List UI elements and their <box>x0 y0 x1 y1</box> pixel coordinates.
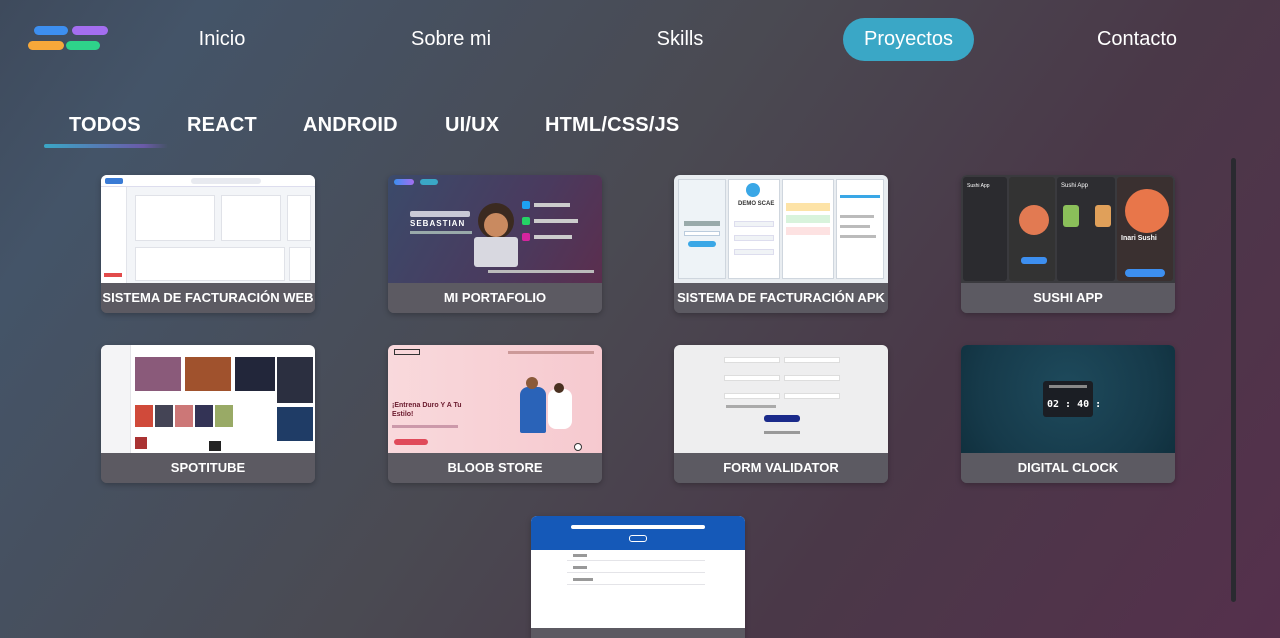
project-card-spotitube[interactable]: SPOTITUBE <box>101 345 315 483</box>
filter-tab-uiux[interactable]: UI/UX <box>445 114 499 137</box>
project-card-facturacion-apk[interactable]: DEMO SCAE SISTEMA DE FACTURACIÓN APK <box>674 175 888 313</box>
nav-link-inicio[interactable]: Inicio <box>186 18 258 61</box>
nav-link-sobre-mi[interactable]: Sobre mi <box>398 18 504 61</box>
filter-tab-react[interactable]: REACT <box>187 114 257 137</box>
project-title: SISTEMA DE FACTURACIÓN WEB <box>101 283 315 313</box>
project-title <box>531 628 745 638</box>
filter-tab-html-css-js[interactable]: HTML/CSS/JS <box>545 114 679 137</box>
project-title: DIGITAL CLOCK <box>961 453 1175 483</box>
filter-tab-android[interactable]: ANDROID <box>303 114 398 137</box>
project-card-partial[interactable] <box>531 516 745 638</box>
project-thumbnail: ¡Entrena Duro Y A Tu Estilo! <box>388 345 602 453</box>
project-thumbnail: 02 : 40 : <box>961 345 1175 453</box>
project-title: SUSHI APP <box>961 283 1175 313</box>
top-navbar: Inicio Sobre mi Skills Proyectos Contact… <box>0 0 1280 80</box>
project-title: SPOTITUBE <box>101 453 315 483</box>
project-thumbnail: DEMO SCAE <box>674 175 888 283</box>
scrollbar[interactable] <box>1231 158 1236 602</box>
nav-link-contacto[interactable]: Contacto <box>1084 18 1190 61</box>
project-card-sushi-app[interactable]: Sushi App Sushi App Inari Sushi SUSHI AP… <box>961 175 1175 313</box>
project-thumbnail: SEBASTIAN <box>388 175 602 283</box>
filter-tab-todos[interactable]: TODOS <box>69 114 141 137</box>
nav-link-skills[interactable]: Skills <box>642 18 718 61</box>
active-tab-underline <box>44 144 168 148</box>
project-title: FORM VALIDATOR <box>674 453 888 483</box>
project-card-facturacion-web[interactable]: SISTEMA DE FACTURACIÓN WEB <box>101 175 315 313</box>
project-card-bloob-store[interactable]: ¡Entrena Duro Y A Tu Estilo! BLOOB STORE <box>388 345 602 483</box>
project-title: MI PORTAFOLIO <box>388 283 602 313</box>
project-thumbnail <box>101 345 315 453</box>
project-title: SISTEMA DE FACTURACIÓN APK <box>674 283 888 313</box>
logo-icon[interactable] <box>28 24 108 54</box>
project-card-mi-portafolio[interactable]: SEBASTIAN MI PORTAFOLIO <box>388 175 602 313</box>
nav-link-proyectos[interactable]: Proyectos <box>843 18 974 61</box>
project-title: BLOOB STORE <box>388 453 602 483</box>
project-thumbnail <box>674 345 888 453</box>
project-thumbnail: Sushi App Sushi App Inari Sushi <box>961 175 1175 283</box>
project-card-digital-clock[interactable]: 02 : 40 : DIGITAL CLOCK <box>961 345 1175 483</box>
project-thumbnail <box>531 516 745 628</box>
project-thumbnail <box>101 175 315 283</box>
project-card-form-validator[interactable]: FORM VALIDATOR <box>674 345 888 483</box>
